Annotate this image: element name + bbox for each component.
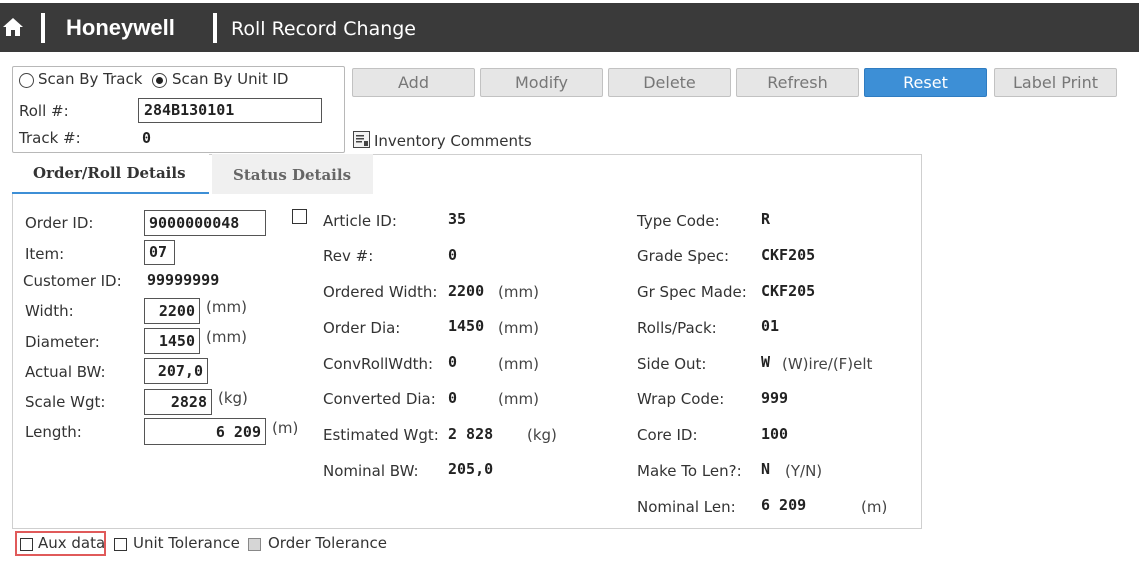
- item-label: Item:: [25, 245, 65, 263]
- add-button[interactable]: Add: [352, 68, 475, 97]
- scale-weight-unit: (kg): [218, 389, 248, 407]
- order-dia-value: 1450: [448, 317, 485, 335]
- converted-dia-unit: (mm): [498, 390, 539, 408]
- width-unit: (mm): [206, 298, 247, 316]
- header-divider: [41, 13, 45, 43]
- side-out-hint: (W)ire/(F)elt: [782, 355, 873, 373]
- aux-data-checkbox[interactable]: [20, 538, 33, 551]
- article-id-label: Article ID:: [323, 212, 397, 230]
- track-number-label: Track #:: [19, 129, 81, 147]
- gr-spec-made-label: Gr Spec Made:: [637, 283, 747, 301]
- label-print-button[interactable]: Label Print: [994, 68, 1117, 97]
- estimated-weight-label: Estimated Wgt:: [323, 426, 439, 444]
- delete-button[interactable]: Delete: [608, 68, 731, 97]
- inventory-comments-icon[interactable]: [353, 131, 370, 148]
- track-number-value: 0: [142, 129, 152, 147]
- core-id-value: 100: [761, 425, 789, 443]
- roll-number-label: Roll #:: [19, 102, 69, 120]
- core-id-label: Core ID:: [637, 426, 698, 444]
- side-out-label: Side Out:: [637, 355, 707, 373]
- wrap-code-value: 999: [761, 389, 789, 407]
- order-dia-unit: (mm): [498, 319, 539, 337]
- header-divider: [213, 13, 217, 43]
- scale-weight-input[interactable]: 2828: [144, 389, 212, 415]
- width-input[interactable]: 2200: [144, 298, 200, 324]
- scan-by-track-radio[interactable]: [19, 73, 34, 88]
- inventory-comments-link[interactable]: Inventory Comments: [374, 132, 532, 150]
- scan-by-unit-label[interactable]: Scan By Unit ID: [172, 70, 288, 88]
- ordered-width-value: 2200: [448, 282, 485, 300]
- gr-spec-made-value: CKF205: [761, 282, 816, 300]
- estimated-weight-unit: (kg): [527, 426, 557, 444]
- make-to-len-value: N: [761, 460, 771, 478]
- estimated-weight-value: 2 828: [448, 425, 494, 443]
- make-to-len-label: Make To Len?:: [637, 462, 742, 480]
- grade-spec-label: Grade Spec:: [637, 247, 730, 265]
- order-id-input[interactable]: 9000000048: [144, 210, 266, 236]
- conv-roll-width-value: 0: [448, 353, 458, 371]
- converted-dia-value: 0: [448, 389, 458, 407]
- make-to-len-hint: (Y/N): [785, 462, 823, 480]
- rev-value: 0: [448, 246, 458, 264]
- actual-bw-label: Actual BW:: [25, 363, 106, 381]
- brand-logo: Honeywell: [66, 15, 175, 40]
- customer-id-label: Customer ID:: [23, 272, 122, 290]
- rev-label: Rev #:: [323, 247, 374, 265]
- reset-button[interactable]: Reset: [864, 68, 987, 97]
- article-checkbox[interactable]: [292, 209, 307, 224]
- tab-order-roll-details[interactable]: Order/Roll Details: [12, 154, 209, 194]
- order-tolerance-checkbox: [248, 538, 261, 551]
- ordered-width-label: Ordered Width:: [323, 283, 438, 301]
- scale-weight-label: Scale Wgt:: [25, 393, 106, 411]
- home-icon[interactable]: [2, 16, 24, 38]
- conv-roll-width-label: ConvRollWdth:: [323, 355, 434, 373]
- nominal-bw-label: Nominal BW:: [323, 462, 419, 480]
- length-input[interactable]: 6 209: [144, 418, 266, 445]
- nominal-len-label: Nominal Len:: [637, 498, 736, 516]
- grade-spec-value: CKF205: [761, 246, 816, 264]
- article-id-value: 35: [448, 210, 467, 228]
- rolls-pack-label: Rolls/Pack:: [637, 319, 717, 337]
- side-out-value: W: [761, 353, 771, 371]
- diameter-label: Diameter:: [25, 333, 100, 351]
- modify-button[interactable]: Modify: [480, 68, 603, 97]
- conv-roll-width-unit: (mm): [498, 355, 539, 373]
- rolls-pack-value: 01: [761, 317, 780, 335]
- page-title: Roll Record Change: [231, 18, 416, 40]
- length-unit: (m): [272, 419, 299, 437]
- order-id-label: Order ID:: [25, 214, 94, 232]
- order-dia-label: Order Dia:: [323, 319, 401, 337]
- aux-data-label[interactable]: Aux data: [38, 534, 105, 552]
- refresh-button[interactable]: Refresh: [736, 68, 859, 97]
- roll-number-input[interactable]: 284B130101: [138, 98, 322, 123]
- tab-status-details[interactable]: Status Details: [212, 154, 373, 194]
- diameter-input[interactable]: 1450: [144, 328, 200, 354]
- length-label: Length:: [25, 423, 82, 441]
- order-tolerance-label: Order Tolerance: [268, 534, 387, 552]
- actual-bw-input[interactable]: 207,0: [144, 358, 208, 384]
- nominal-bw-value: 205,0: [448, 460, 494, 478]
- customer-id-value: 99999999: [147, 271, 220, 289]
- unit-tolerance-label[interactable]: Unit Tolerance: [133, 534, 240, 552]
- tab-status-label: Status Details: [233, 166, 352, 184]
- diameter-unit: (mm): [206, 328, 247, 346]
- item-input[interactable]: 07: [144, 240, 175, 265]
- type-code-label: Type Code:: [637, 212, 720, 230]
- nominal-len-value: 6 209: [761, 496, 807, 514]
- converted-dia-label: Converted Dia:: [323, 390, 436, 408]
- tab-order-roll-label: Order/Roll Details: [33, 164, 186, 182]
- ordered-width-unit: (mm): [498, 283, 539, 301]
- nominal-len-unit: (m): [861, 498, 888, 516]
- type-code-value: R: [761, 210, 771, 228]
- scan-by-track-label[interactable]: Scan By Track: [38, 70, 142, 88]
- width-label: Width:: [25, 302, 74, 320]
- wrap-code-label: Wrap Code:: [637, 390, 725, 408]
- scan-by-unit-radio[interactable]: [152, 73, 167, 88]
- unit-tolerance-checkbox[interactable]: [114, 538, 127, 551]
